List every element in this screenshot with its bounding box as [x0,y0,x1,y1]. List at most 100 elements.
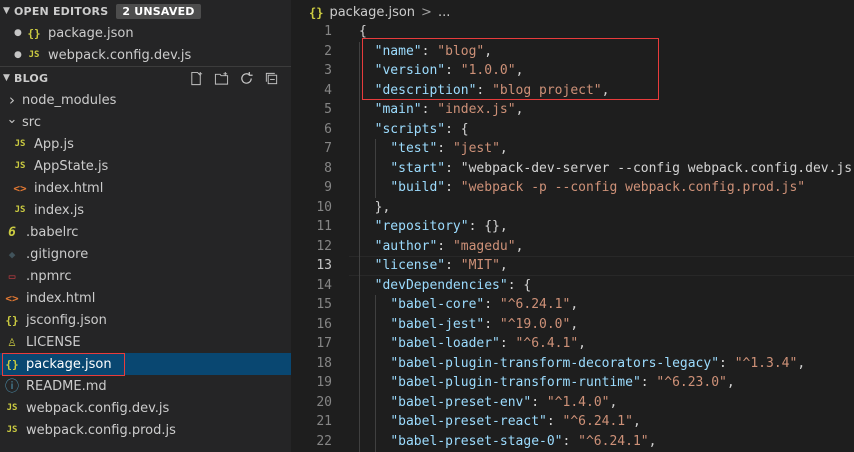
html-file-icon: <> [5,291,19,305]
code-line[interactable]: 2 "name": "blog", [291,41,854,61]
code-line[interactable]: 19 "babel-plugin-transform-runtime": "^6… [291,373,854,393]
tree-file[interactable]: <> index.html [0,177,291,199]
code-line[interactable]: 18 "babel-plugin-transform-decorators-le… [291,353,854,373]
blog-folder-header[interactable]: ▼ BLOG [0,66,291,89]
unsaved-badge: 2 UNSAVED [116,3,201,19]
tree-file[interactable]: ⓘ README.md [0,375,291,397]
code-line[interactable]: 15 "babel-core": "^6.24.1", [291,295,854,315]
open-editors-list: ●{} package.json ● JS webpack.config.dev.js [0,22,291,66]
tree-file[interactable]: JS AppState.js [0,155,291,177]
code-line[interactable]: 17 "babel-loader": "^6.4.1", [291,334,854,354]
line-number: 6 [324,121,332,137]
tree-item-label: webpack.config.prod.js [26,422,176,438]
line-number: 5 [324,102,332,118]
explorer-actions [188,70,279,86]
tree-item-label: package.json [26,356,112,372]
code-text: "start": "webpack-dev-server --config we… [390,160,854,176]
js-file-icon: JS [14,139,26,149]
code-line[interactable]: 20 "babel-preset-env": "^1.4.0", [291,392,854,412]
tree-file[interactable]: ▭ .npmrc [0,265,291,287]
code-line[interactable]: 5 "main": "index.js", [291,100,854,120]
code-text: "babel-core": "^6.24.1", [390,297,579,313]
code-line[interactable]: 6 "scripts": { [291,119,854,139]
chevron-right-icon[interactable]: › [6,91,18,109]
tree-item-label: App.js [34,136,74,152]
js-file-icon: JS [14,205,26,215]
tree-file[interactable]: JS webpack.config.dev.js [0,397,291,419]
chevron-down-icon: ▼ [3,6,11,16]
tree-file[interactable]: JS index.js [0,199,291,221]
tree-file[interactable]: ◆ .gitignore [0,243,291,265]
line-number: 9 [324,180,332,196]
code-line[interactable]: 4 "description": "blog project", [291,80,854,100]
code-text: "babel-plugin-transform-decorators-legac… [390,355,806,371]
tree-file[interactable]: JS webpack.config.prod.js [0,419,291,441]
code-line[interactable]: 3 "version": "1.0.0", [291,61,854,81]
code-line[interactable]: 1{ [291,22,854,42]
json-file-icon: {} [309,5,324,20]
refresh-icon[interactable] [238,70,254,86]
tree-file[interactable]: {} jsconfig.json [0,309,291,331]
tree-folder[interactable]: ⌄ src [0,111,291,133]
open-editors-header[interactable]: ▼ OPEN EDITORS 2 UNSAVED [0,0,291,22]
code-area[interactable]: 1{2 "name": "blog", 3 "version": "1.0.0",… [291,22,854,452]
code-text: "repository": {}, [374,219,508,235]
open-editor-item[interactable]: ●{} package.json [0,22,291,44]
code-line[interactable]: 22 "babel-preset-stage-0": "^6.24.1", [291,431,854,451]
editor-pane[interactable]: {} package.json > ... 1{2 "name": "blog"… [291,0,854,452]
code-line[interactable]: 10 }, [291,197,854,217]
code-line[interactable]: 11 "repository": {}, [291,217,854,237]
tree-item-label: README.md [26,378,107,394]
code-line[interactable]: 21 "babel-preset-react": "^6.24.1", [291,412,854,432]
new-folder-icon[interactable] [213,70,229,86]
code-line[interactable]: 12 "author": "magedu", [291,236,854,256]
code-line[interactable]: 13 "license": "MIT", [291,256,854,276]
line-number: 1 [324,24,332,40]
chevron-down-icon[interactable]: ⌄ [6,112,18,127]
tree-file[interactable]: ♙ LICENSE [0,331,291,353]
tree-item-label: LICENSE [26,334,81,350]
js-file-icon: JS [6,403,18,413]
tree-item-label: .babelrc [26,224,79,240]
code-text: "name": "blog", [374,43,493,59]
new-file-icon[interactable] [188,70,204,86]
tree-file[interactable]: JS App.js [0,133,291,155]
unsaved-dot-icon[interactable]: ● [14,50,26,60]
line-number: 12 [316,238,332,254]
tree-folder[interactable]: › node_modules [0,89,291,111]
json-braces-icon: {} [5,313,19,327]
tree-file[interactable]: <> index.html [0,287,291,309]
line-number: 2 [324,43,332,59]
js-file-icon: JS [6,425,18,435]
code-text: "description": "blog project", [374,82,610,98]
open-editors-title: OPEN EDITORS [14,4,109,18]
code-line[interactable]: 16 "babel-jest": "^19.0.0", [291,314,854,334]
breadcrumb-file[interactable]: package.json [329,5,415,20]
line-number: 20 [316,394,332,410]
tree-item-label: src [22,114,41,130]
line-number: 18 [316,355,332,371]
code-line[interactable]: 8 "start": "webpack-dev-server --config … [291,158,854,178]
tree-file[interactable]: 6 .babelrc [0,221,291,243]
code-line[interactable]: 9 "build": "webpack -p --config webpack.… [291,178,854,198]
unsaved-dot-icon[interactable]: ● [14,28,26,38]
line-number: 19 [316,375,332,391]
open-editor-label: package.json [48,25,134,41]
code-line[interactable]: 14 "devDependencies": { [291,275,854,295]
open-editor-item[interactable]: ● JS webpack.config.dev.js [0,44,291,66]
code-line[interactable]: 7 "test": "jest", [291,139,854,159]
line-number: 3 [324,63,332,79]
collapse-all-icon[interactable] [263,70,279,86]
line-number: 7 [324,141,332,157]
json-braces-icon: {} [5,357,19,371]
code-text: "test": "jest", [390,141,508,157]
line-number: 14 [316,277,332,293]
code-text: "build": "webpack -p --config webpack.co… [390,180,806,196]
line-number: 16 [316,316,332,332]
breadcrumb-more[interactable]: ... [438,5,450,20]
tree-file[interactable]: {} package.json [0,353,291,375]
info-icon: ⓘ [5,379,19,395]
code-text: "version": "1.0.0", [374,63,524,79]
git-icon: ◆ [8,247,16,261]
explorer-sidebar: ▼ OPEN EDITORS 2 UNSAVED ●{} package.json… [0,0,291,452]
